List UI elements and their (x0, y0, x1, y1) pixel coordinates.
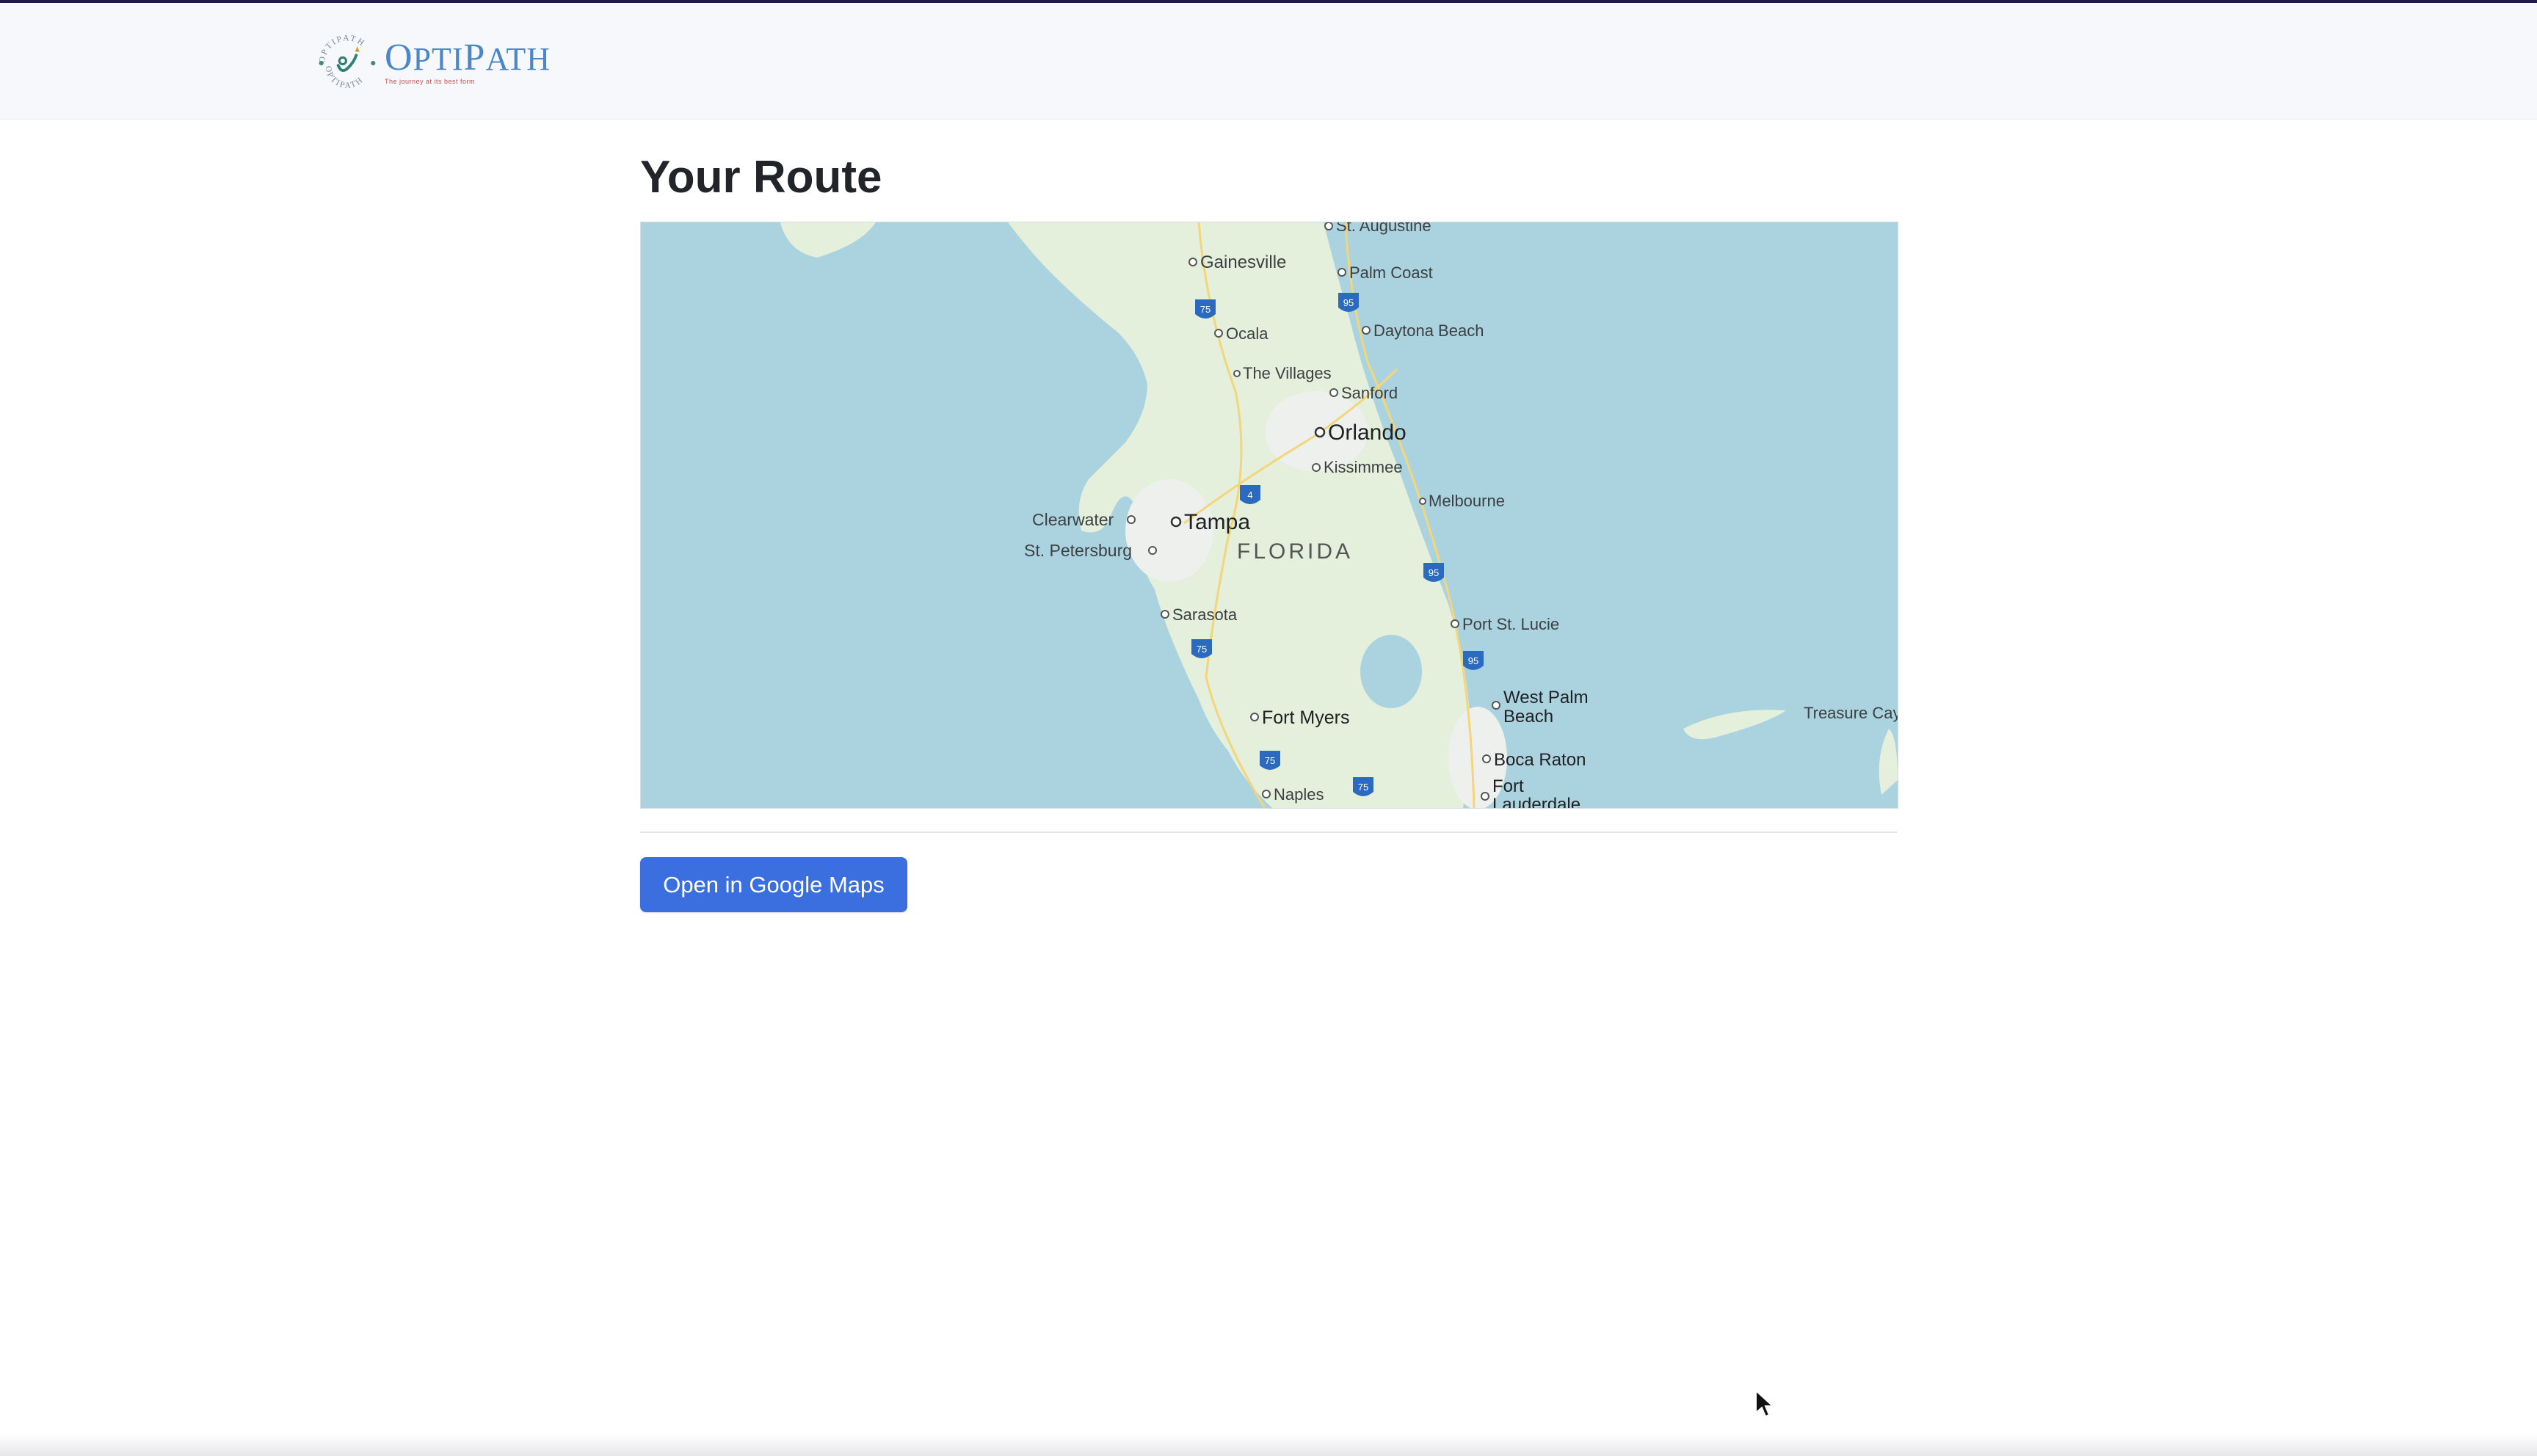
page-title: Your Route (640, 152, 882, 203)
section-divider (640, 831, 1897, 833)
optipath-logo-mark: OPTIPATH OPTIPATH (318, 34, 376, 90)
map-label-port-st-lucie: Port St. Lucie (1462, 615, 1559, 633)
map-label-tampa: Tampa (1184, 510, 1250, 534)
map-label-lauderdale: Lauderdale (1492, 795, 1580, 808)
map-label-st-augustine: St. Augustine (1336, 222, 1431, 235)
svg-text:95: 95 (1468, 655, 1478, 666)
map-label-ocala: Ocala (1226, 324, 1268, 343)
map-label-naples: Naples (1274, 785, 1324, 804)
map-label-fort: Fort (1492, 776, 1524, 796)
map-label-kissimmee: Kissimmee (1324, 458, 1403, 476)
map-label-orlando: Orlando (1328, 421, 1407, 445)
logo-wordmark: OPTIPATH (384, 37, 551, 79)
svg-text:95: 95 (1429, 567, 1439, 578)
logo-ring-text-top: OPTIPATH (318, 34, 365, 63)
mouse-cursor-icon (1755, 1389, 1775, 1418)
route-map[interactable]: 75 95 4 95 75 95 75 75 St. Augustine Gai… (640, 222, 1898, 809)
map-label-boca-raton: Boca Raton (1494, 750, 1586, 770)
svg-text:75: 75 (1358, 782, 1368, 793)
map-lake-okeechobee (1360, 635, 1422, 708)
map-label-west-palm-beach: Beach (1503, 707, 1553, 727)
svg-text:4: 4 (1247, 489, 1252, 500)
svg-text:75: 75 (1265, 755, 1275, 766)
map-label-palm-coast: Palm Coast (1349, 263, 1433, 282)
map-label-st-petersburg: St. Petersburg (1024, 541, 1132, 560)
bottom-shadow (0, 1434, 2537, 1456)
map-label-melbourne: Melbourne (1429, 492, 1505, 510)
svg-text:OPTIPATH: OPTIPATH (318, 34, 367, 63)
map-label-west-palm: West Palm (1503, 688, 1589, 707)
svg-text:75: 75 (1200, 304, 1211, 315)
svg-text:95: 95 (1343, 297, 1354, 308)
map-label-gainesville: Gainesville (1200, 252, 1286, 272)
open-in-google-maps-button[interactable]: Open in Google Maps (640, 857, 907, 912)
map-label-florida: FLORIDA (1237, 539, 1353, 564)
map-canvas[interactable]: 75 95 4 95 75 95 75 75 St. Augustine Gai… (641, 222, 1898, 808)
map-label-fort-myers: Fort Myers (1262, 707, 1349, 728)
optipath-logo[interactable]: OPTIPATH OPTIPATH OPTIPATH The journey a… (316, 19, 551, 107)
map-label-treasure-cay: Treasure Cay (1804, 704, 1898, 722)
navbar: OPTIPATH OPTIPATH OPTIPATH The journey a… (0, 3, 2537, 120)
map-label-clearwater: Clearwater (1032, 510, 1114, 529)
svg-text:75: 75 (1197, 644, 1207, 655)
logo-tagline: The journey at its best form (384, 78, 475, 85)
map-label-daytona-beach: Daytona Beach (1373, 321, 1484, 340)
map-label-sarasota: Sarasota (1172, 605, 1238, 624)
map-label-the-villages: The Villages (1243, 364, 1332, 382)
map-label-sanford: Sanford (1341, 384, 1398, 402)
